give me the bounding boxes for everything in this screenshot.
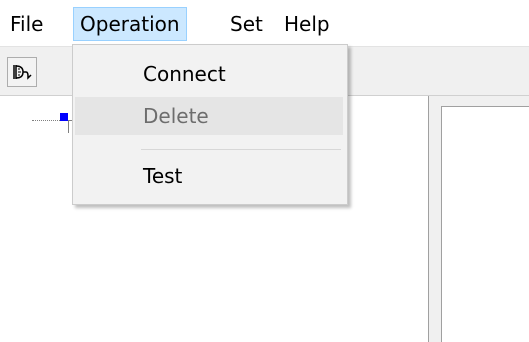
menu-operation[interactable]: Operation [73,7,187,41]
plug-connect-icon [13,65,32,80]
tree-node-icon[interactable] [60,113,68,121]
menu-item-connect[interactable]: Connect [75,55,343,93]
detail-pane [428,96,529,342]
operation-dropdown-menu: Connect Delete Test [72,44,348,205]
menu-bar: File Operation Set Help [0,0,529,46]
detail-panel[interactable] [441,106,529,342]
menu-set[interactable]: Set [224,7,269,41]
menu-help[interactable]: Help [278,7,336,41]
menu-item-test[interactable]: Test [75,157,343,195]
menu-separator [141,149,341,150]
app-window: File Operation Set Help Connect Delete T… [0,0,529,342]
connect-tool-button[interactable] [7,57,37,87]
menu-file[interactable]: File [4,7,49,41]
menu-item-delete: Delete [75,97,343,135]
tree-connector [32,120,62,121]
